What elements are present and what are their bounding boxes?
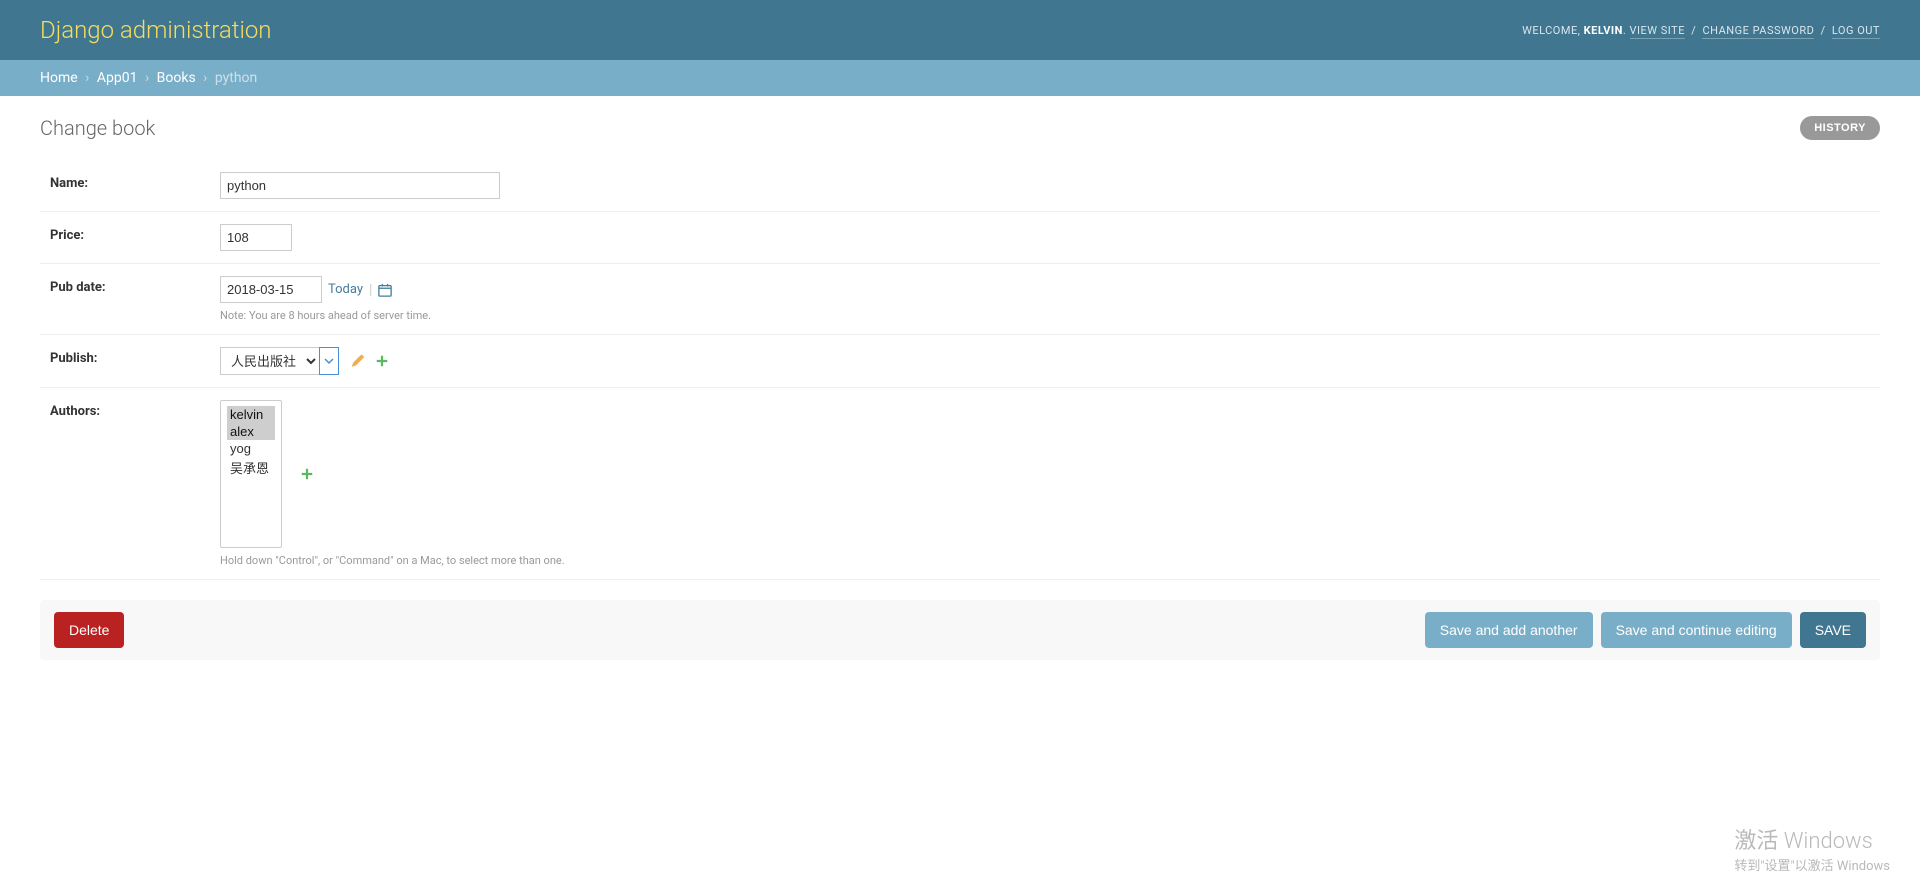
today-link[interactable]: Today — [328, 282, 363, 297]
calendar-icon[interactable] — [378, 282, 392, 298]
plus-icon[interactable] — [300, 466, 314, 482]
price-label: Price: — [50, 224, 220, 243]
welcome-text: WELCOME, — [1522, 24, 1580, 37]
pub-date-input[interactable] — [220, 276, 322, 303]
username: KELVIN — [1584, 24, 1623, 37]
authors-option[interactable]: kelvin — [227, 406, 275, 423]
watermark-line2: 转到"设置"以激活 Windows — [1734, 855, 1890, 874]
authors-label: Authors: — [50, 400, 220, 419]
pub-date-note: Note: You are 8 hours ahead of server ti… — [220, 309, 1870, 322]
user-tools: WELCOME, KELVIN. VIEW SITE / CHANGE PASS… — [1522, 24, 1880, 37]
breadcrumb: Home › App01 › Books › python — [0, 60, 1920, 96]
row-authors: Authors: kelvinalexyog吴承恩 Hold down "Con… — [40, 388, 1880, 580]
row-name: Name: — [40, 160, 1880, 212]
pub-date-label: Pub date: — [50, 276, 220, 295]
name-label: Name: — [50, 172, 220, 191]
watermark-line1: 激活 Windows — [1734, 823, 1890, 855]
publish-label: Publish: — [50, 347, 220, 366]
row-price: Price: — [40, 212, 1880, 264]
breadcrumb-app[interactable]: App01 — [97, 70, 138, 86]
name-input[interactable] — [220, 172, 500, 199]
delete-button[interactable]: Delete — [54, 612, 124, 648]
authors-option[interactable]: alex — [227, 423, 275, 440]
authors-help: Hold down "Control", or "Command" on a M… — [220, 554, 1870, 567]
logout-link[interactable]: LOG OUT — [1832, 24, 1880, 39]
plus-icon[interactable] — [375, 353, 389, 369]
breadcrumb-home[interactable]: Home — [40, 70, 78, 86]
windows-watermark: 激活 Windows 转到"设置"以激活 Windows — [1734, 823, 1890, 874]
publish-select[interactable]: 人民出版社 — [220, 347, 320, 375]
row-publish: Publish: 人民出版社 — [40, 335, 1880, 388]
page-title: Change book — [40, 116, 155, 140]
submit-row: Delete Save and add another Save and con… — [40, 600, 1880, 660]
price-input[interactable] — [220, 224, 292, 251]
save-continue-button[interactable]: Save and continue editing — [1601, 612, 1792, 648]
view-site-link[interactable]: VIEW SITE — [1630, 24, 1685, 39]
history-button[interactable]: HISTORY — [1800, 116, 1880, 140]
authors-option[interactable]: yog — [227, 440, 275, 457]
authors-option[interactable]: 吴承恩 — [227, 457, 275, 478]
header: Django administration WELCOME, KELVIN. V… — [0, 0, 1920, 60]
save-add-another-button[interactable]: Save and add another — [1425, 612, 1593, 648]
form-module: Name: Price: Pub date: Today | — [40, 160, 1880, 580]
save-button[interactable]: SAVE — [1800, 612, 1866, 648]
change-password-link[interactable]: CHANGE PASSWORD — [1702, 24, 1814, 39]
pencil-icon[interactable] — [351, 353, 365, 369]
site-title[interactable]: Django administration — [40, 16, 272, 44]
breadcrumb-model[interactable]: Books — [157, 70, 196, 86]
row-pub-date: Pub date: Today | Note: You are 8 hours … — [40, 264, 1880, 335]
breadcrumb-current: python — [215, 70, 257, 86]
authors-select[interactable]: kelvinalexyog吴承恩 — [220, 400, 282, 548]
content: Change book HISTORY Name: Price: Pub dat… — [0, 96, 1920, 680]
chevron-down-icon[interactable] — [319, 347, 339, 375]
